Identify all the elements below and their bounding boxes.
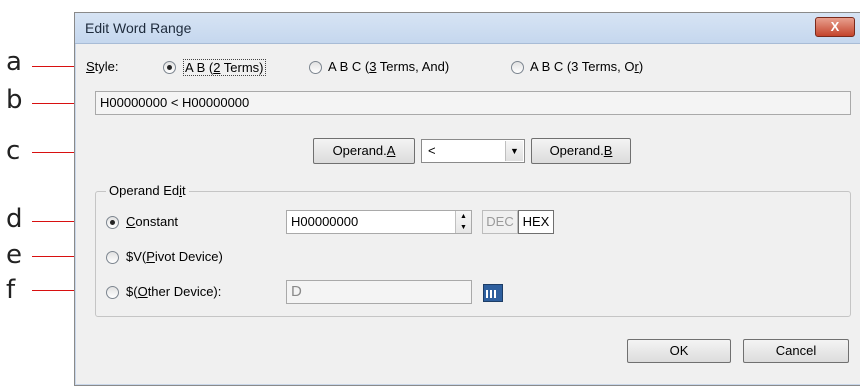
callout-f: f bbox=[6, 275, 16, 305]
expression-preview: H00000000 < H00000000 bbox=[95, 91, 851, 115]
device-browse-icon[interactable] bbox=[483, 284, 503, 302]
close-icon: X bbox=[830, 19, 840, 34]
operator-select[interactable]: < ▼ bbox=[421, 139, 525, 163]
cancel-button[interactable]: Cancel bbox=[743, 339, 849, 363]
callout-a: a bbox=[6, 47, 22, 77]
callout-line-a bbox=[32, 66, 80, 67]
style-option-2-terms-label[interactable]: A B (2 Terms) bbox=[183, 59, 266, 76]
other-device-input[interactable]: D bbox=[286, 280, 472, 304]
close-button[interactable]: X bbox=[815, 17, 855, 37]
edit-word-range-dialog: Edit Word Range X Style: A B (2 Terms) A… bbox=[74, 12, 860, 386]
chevron-down-icon: ▼ bbox=[510, 146, 519, 156]
other-device-value: D bbox=[291, 283, 302, 300]
constant-label[interactable]: Constant bbox=[126, 214, 178, 229]
style-label: Style: bbox=[86, 59, 119, 74]
callout-c: c bbox=[6, 136, 21, 166]
operand-edit-group: Operand Edit Constant H00000000 ▲ ▼ DEC … bbox=[95, 183, 851, 317]
constant-value: H00000000 bbox=[291, 214, 359, 229]
constant-radio[interactable] bbox=[106, 216, 119, 229]
operand-b-button[interactable]: Operand.B bbox=[531, 138, 631, 164]
callout-line-b bbox=[32, 103, 80, 104]
style-option-2-terms-radio[interactable] bbox=[163, 61, 176, 74]
hex-toggle[interactable]: HEX bbox=[518, 210, 554, 234]
style-option-3-terms-or-label[interactable]: A B C (3 Terms, Or) bbox=[530, 59, 643, 74]
callout-e: e bbox=[6, 240, 22, 270]
callout-b: b bbox=[6, 85, 23, 115]
style-option-3-terms-or-radio[interactable] bbox=[511, 61, 524, 74]
pivot-device-label[interactable]: $V(Pivot Device) bbox=[126, 249, 223, 264]
operator-value: < bbox=[428, 143, 436, 158]
other-device-label[interactable]: $(Other Device): bbox=[126, 284, 221, 299]
spin-up-icon[interactable]: ▲ bbox=[456, 211, 471, 222]
style-option-3-terms-and-radio[interactable] bbox=[309, 61, 322, 74]
constant-spinner[interactable]: ▲ ▼ bbox=[455, 211, 471, 233]
pivot-device-radio[interactable] bbox=[106, 251, 119, 264]
operand-a-button[interactable]: Operand.A bbox=[313, 138, 415, 164]
title-bar[interactable]: Edit Word Range X bbox=[75, 13, 860, 44]
callout-d: d bbox=[6, 204, 23, 234]
ok-button[interactable]: OK bbox=[627, 339, 731, 363]
dec-toggle[interactable]: DEC bbox=[482, 210, 518, 234]
other-device-radio[interactable] bbox=[106, 286, 119, 299]
constant-value-input[interactable]: H00000000 ▲ ▼ bbox=[286, 210, 472, 234]
operand-edit-title: Operand Edit bbox=[106, 183, 189, 198]
spin-down-icon[interactable]: ▼ bbox=[456, 222, 471, 233]
dialog-title: Edit Word Range bbox=[85, 20, 192, 36]
style-option-3-terms-and-label[interactable]: A B C (3 Terms, And) bbox=[328, 59, 449, 74]
